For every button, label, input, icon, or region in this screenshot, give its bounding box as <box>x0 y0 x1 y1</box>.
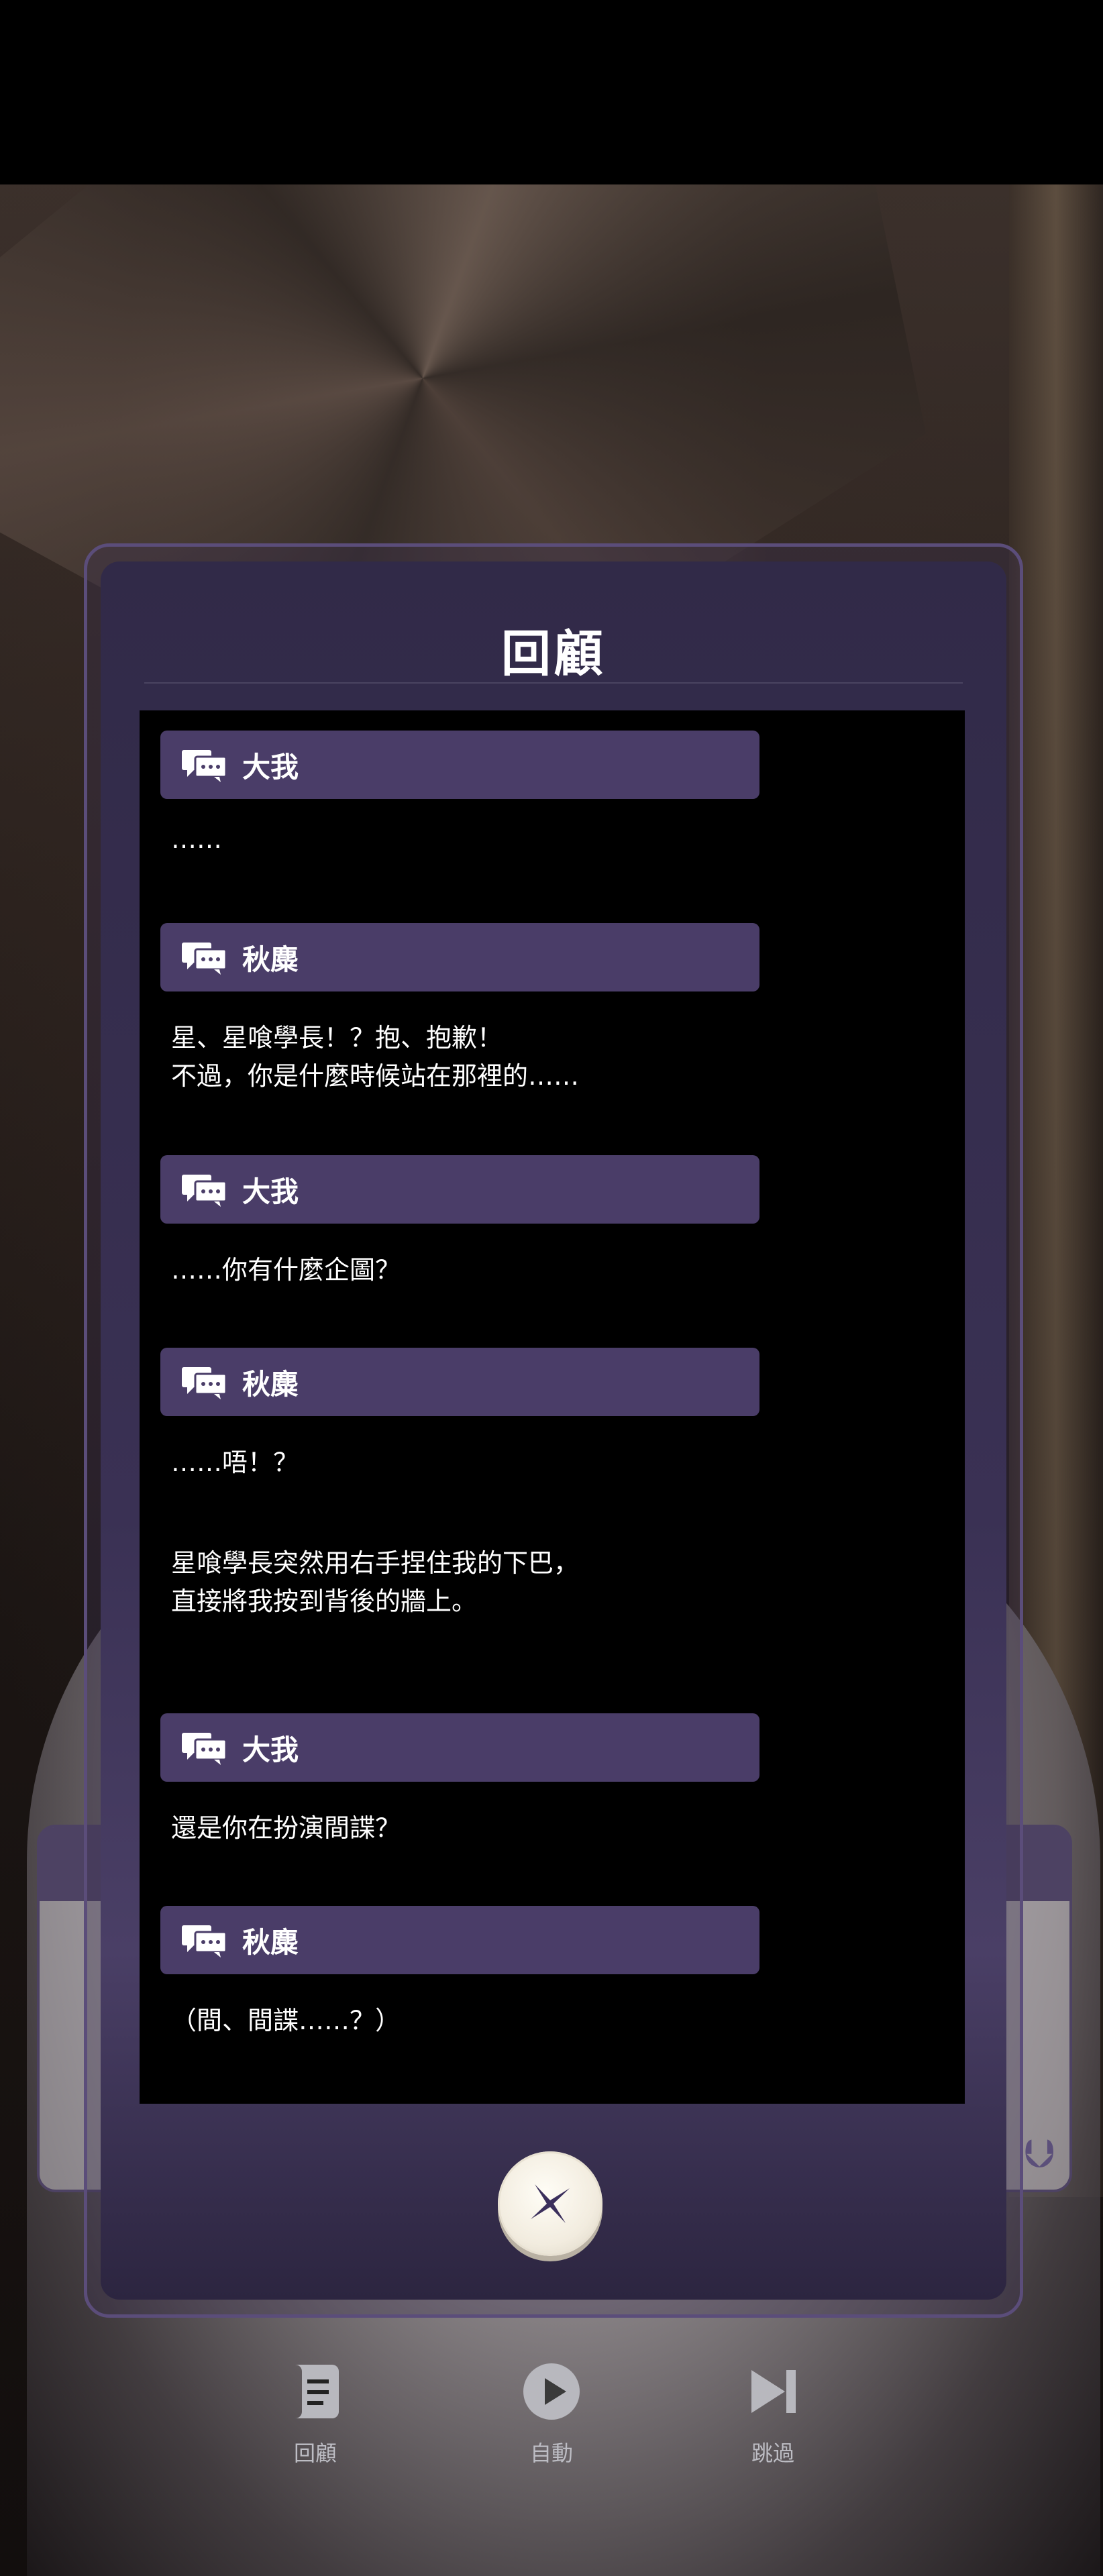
close-x-icon <box>531 2184 570 2223</box>
speaker-name-bar: 大我 <box>160 731 759 799</box>
narration-line: 直接將我按到背後的牆上。 <box>171 1587 478 1616</box>
nav-auto-label: 自動 <box>529 2440 573 2466</box>
speaker-name: 大我 <box>242 750 299 784</box>
speaker-name: 秋麋 <box>242 1367 299 1401</box>
speaker-name: 秋麋 <box>242 943 299 976</box>
review-panel-inner: 回顧 大我 …… 秋麋 星、星喰學長！？抱、抱歉！ 不過，你是什麼時候站在那裡的… <box>101 561 1006 2300</box>
speech-bubbles-icon <box>182 943 227 975</box>
speaker-name-bar: 秋麋 <box>160 1906 759 1974</box>
skip-forward-icon <box>706 2355 840 2428</box>
dialogue-line: （間、間諜……？） <box>171 2006 401 2035</box>
nav-skip-label: 跳過 <box>751 2440 794 2466</box>
speech-bubbles-icon <box>182 1367 227 1399</box>
speaker-name-bar: 大我 <box>160 1713 759 1782</box>
speaker-name-bar: 大我 <box>160 1155 759 1224</box>
speech-bubbles-icon <box>182 750 227 782</box>
nav-review-label: 回顧 <box>293 2440 337 2466</box>
dialogue-line: 星、星喰學長！？抱、抱歉！ <box>171 1023 503 1053</box>
status-bar-area <box>0 0 1103 184</box>
play-icon <box>484 2355 619 2428</box>
dialogue-line: ……唔！？ <box>171 1448 299 1477</box>
bottom-nav: 回顧 自動 跳過 <box>0 2334 1103 2536</box>
dialogue-line: ……你有什麼企圖？ <box>171 1255 401 1285</box>
review-log[interactable]: 大我 …… 秋麋 星、星喰學長！？抱、抱歉！ 不過，你是什麼時候站在那裡的…… … <box>140 710 965 2104</box>
speaker-name: 秋麋 <box>242 1925 299 1959</box>
speaker-name: 大我 <box>242 1733 299 1766</box>
nav-review-button[interactable]: 回顧 <box>248 2355 382 2467</box>
title-divider <box>144 682 963 684</box>
nav-auto-button[interactable]: 自動 <box>484 2355 619 2467</box>
dialogue-line: …… <box>171 824 222 854</box>
nav-skip-button[interactable]: 跳過 <box>706 2355 840 2467</box>
speech-bubbles-icon <box>182 1175 227 1207</box>
double-chevron-down-icon: ⮋ <box>1024 2131 1055 2178</box>
page-title: 回顧 <box>501 625 606 683</box>
scroll-icon <box>248 2355 382 2428</box>
speech-bubbles-icon <box>182 1733 227 1765</box>
speaker-name-bar: 秋麋 <box>160 923 759 991</box>
narration-line: 星喰學長突然用右手捏住我的下巴， <box>171 1548 580 1578</box>
speaker-name: 大我 <box>242 1175 299 1208</box>
close-button[interactable] <box>498 2151 602 2256</box>
dialogue-line: 還是你在扮演間諜？ <box>171 1813 401 1843</box>
speech-bubbles-icon <box>182 1925 227 1957</box>
dialogue-line: 不過，你是什麼時候站在那裡的…… <box>171 1061 580 1091</box>
review-panel: 回顧 大我 …… 秋麋 星、星喰學長！？抱、抱歉！ 不過，你是什麼時候站在那裡的… <box>84 543 1023 2318</box>
speaker-name-bar: 秋麋 <box>160 1348 759 1416</box>
